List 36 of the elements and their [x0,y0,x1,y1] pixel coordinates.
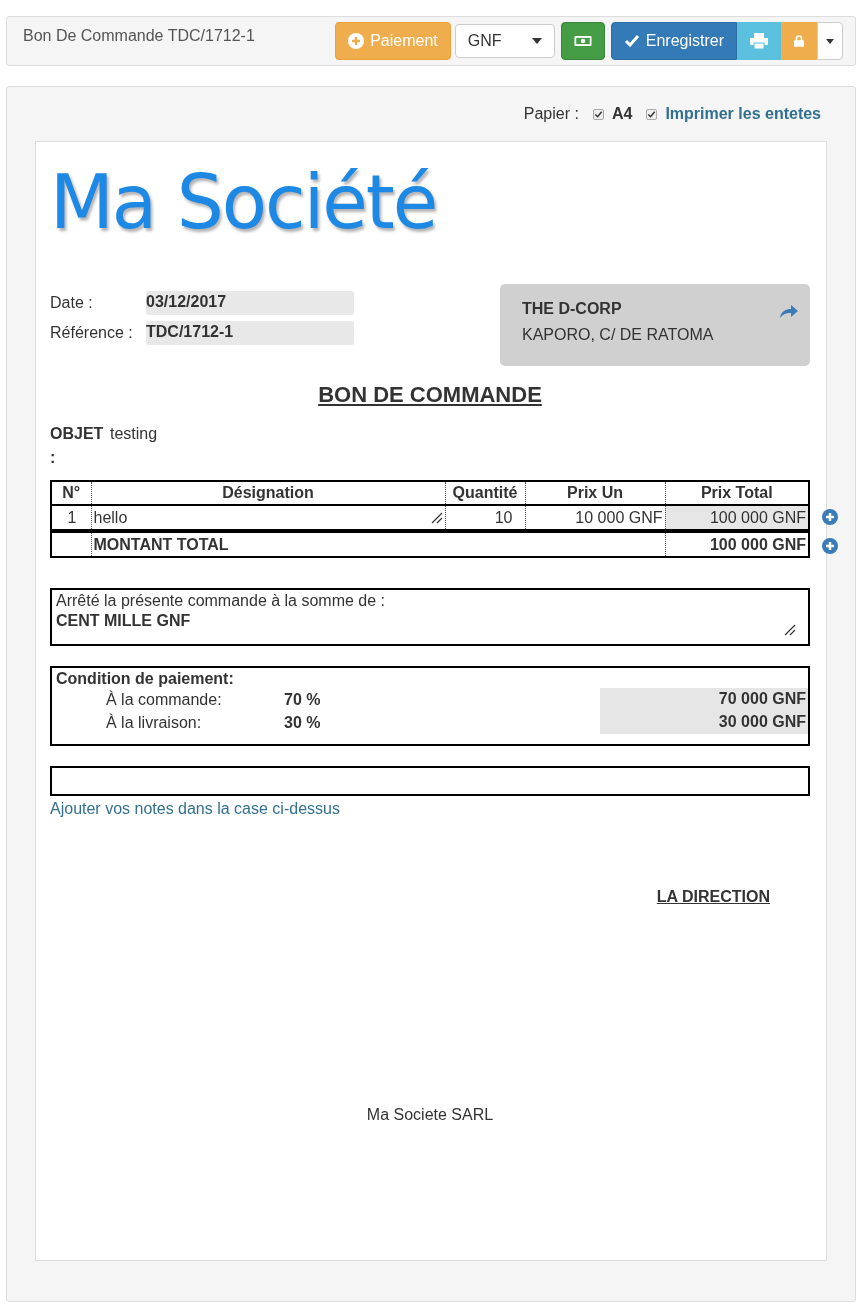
notes-hint: Ajouter vos notes dans la case ci-dessus [50,800,341,818]
field-value[interactable]: 03/12/2017 [146,291,354,315]
term-label: À la livraison: [105,713,203,732]
term-label: À la commande: [105,690,223,709]
field-label: Date : [50,294,94,312]
document-title: Bon De Commande TDC/1712-1 [23,27,256,45]
field-label: Référence : [50,324,134,342]
paper-size-label: A4 [611,105,633,123]
column-header: Quantité [445,481,525,505]
print-headers-link[interactable]: Imprimer les entetes [665,105,821,123]
column-header: Désignation [91,481,445,505]
signature-label: LA DIRECTION [656,888,770,906]
object-label: OBJET : [50,424,105,468]
designation-field[interactable]: hello [91,505,445,531]
column-header: N° [51,481,91,505]
save-button[interactable]: Enregistrer [610,22,737,60]
total-label: MONTANT TOTAL [91,531,665,557]
term-percent: 30 % [284,713,322,732]
field-value[interactable]: TDC/1712-1 [146,321,354,345]
client-name: THE D-CORP [522,300,623,318]
payment-terms-title: Condition de paiement: [56,670,235,688]
column-header: Prix Un [525,481,665,505]
total-value: 100 000 GNF [665,531,809,557]
amount-in-words-field[interactable]: Arrêté la présente commande à la somme de : CENT MILLE GNF [50,588,810,646]
table-cell: 1 [51,505,91,531]
currency-select[interactable]: GNF [454,24,555,58]
company-logo: Ma Société [50,158,438,247]
footer-text: Ma Societe SARL [366,1106,494,1124]
document-heading: BON DE COMMANDE [317,382,543,408]
paper-label: Papier : [523,105,579,123]
client-address: KAPORO, C/ DE RATOMA [522,326,715,344]
term-amount: 70 000 GNF [600,688,808,711]
object-value[interactable]: testing [110,422,158,470]
term-percent: 70 % [284,690,322,709]
quantity-field[interactable]: 10 [445,505,525,531]
term-amount: 30 000 GNF [600,711,808,734]
